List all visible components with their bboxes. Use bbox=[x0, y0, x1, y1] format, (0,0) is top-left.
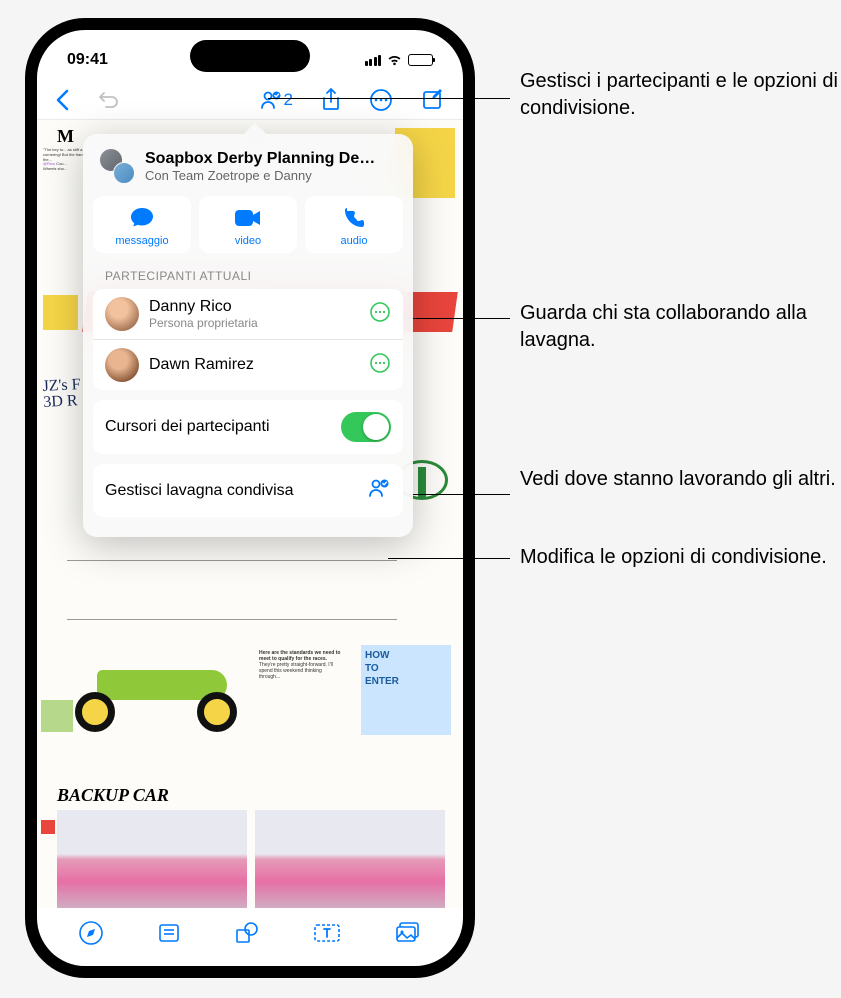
callout-text: Gestisci i partecipanti e le opzioni di … bbox=[520, 68, 840, 122]
sticky-note bbox=[43, 295, 78, 330]
canvas-heading: JZ's F3D R bbox=[42, 377, 82, 411]
group-avatar-icon bbox=[99, 148, 135, 184]
participant-more-button[interactable] bbox=[369, 301, 391, 328]
participants-list: Danny Rico Persona proprietaria Dawn Ram… bbox=[93, 289, 403, 390]
participants-section-label: PARTECIPANTI ATTUALI bbox=[93, 265, 403, 289]
canvas-diagram bbox=[67, 560, 397, 620]
callout-text: Vedi dove stanno lavorando gli altri. bbox=[520, 466, 836, 493]
text-box-button[interactable] bbox=[312, 920, 342, 946]
canvas-heading: BACKUP CAR bbox=[57, 785, 169, 806]
media-button[interactable] bbox=[394, 920, 422, 946]
board-subtitle: Con Team Zoetrope e Danny bbox=[145, 168, 397, 183]
cursors-toggle-switch[interactable] bbox=[341, 412, 391, 442]
collaboration-popover: Soapbox Derby Planning De… Con Team Zoet… bbox=[83, 134, 413, 537]
video-button[interactable]: video bbox=[199, 196, 297, 253]
canvas-text: Here are the standards we need to meet t… bbox=[259, 650, 344, 680]
popover-header: Soapbox Derby Planning De… Con Team Zoet… bbox=[93, 148, 403, 196]
canvas-heading: M bbox=[57, 126, 74, 147]
manage-shared-board-button[interactable]: Gestisci lavagna condivisa bbox=[93, 464, 403, 517]
collaborate-icon bbox=[367, 476, 391, 505]
status-time: 09:41 bbox=[67, 51, 108, 69]
participant-row[interactable]: Dawn Ramirez bbox=[93, 339, 403, 390]
sticky-note bbox=[41, 820, 55, 834]
audio-button[interactable]: audio bbox=[305, 196, 403, 253]
participant-role: Persona proprietaria bbox=[149, 316, 359, 330]
sticky-note-button[interactable] bbox=[156, 920, 182, 946]
phone-screen: 09:41 2 bbox=[37, 30, 463, 966]
callout-line bbox=[388, 558, 510, 559]
participant-name: Dawn Ramirez bbox=[149, 356, 359, 374]
bottom-toolbar bbox=[37, 908, 463, 958]
callout-text: Modifica le opzioni di condivisione. bbox=[520, 544, 827, 571]
howto-card: HOW TO ENTER bbox=[361, 645, 451, 735]
back-button[interactable] bbox=[55, 89, 69, 111]
cursors-toggle-label: Cursori dei partecipanti bbox=[105, 418, 270, 436]
phone-frame: 09:41 2 bbox=[25, 18, 475, 978]
message-button[interactable]: messaggio bbox=[93, 196, 191, 253]
video-icon bbox=[234, 204, 262, 232]
participant-count: 2 bbox=[284, 90, 293, 110]
undo-button[interactable] bbox=[97, 89, 119, 111]
collaborate-button[interactable]: 2 bbox=[260, 89, 293, 111]
battery-icon bbox=[408, 54, 433, 66]
new-board-button[interactable] bbox=[421, 88, 445, 112]
board-title: Soapbox Derby Planning De… bbox=[145, 150, 397, 168]
manage-label: Gestisci lavagna condivisa bbox=[105, 482, 294, 500]
share-button[interactable] bbox=[321, 88, 341, 112]
participant-row[interactable]: Danny Rico Persona proprietaria bbox=[93, 289, 403, 339]
callout-text: Guarda chi sta collaborando alla lavagna… bbox=[520, 300, 840, 354]
phone-icon bbox=[340, 204, 368, 232]
participant-more-button[interactable] bbox=[369, 352, 391, 379]
cursors-toggle-row: Cursori dei partecipanti bbox=[93, 400, 403, 454]
canvas-photo bbox=[57, 810, 247, 908]
canvas-photo bbox=[255, 810, 445, 908]
message-label: messaggio bbox=[115, 235, 168, 247]
sticky-note bbox=[41, 700, 73, 732]
callout-line bbox=[268, 98, 510, 99]
top-toolbar: 2 bbox=[37, 80, 463, 120]
more-button[interactable] bbox=[369, 88, 393, 112]
shapes-button[interactable] bbox=[234, 920, 260, 946]
avatar bbox=[105, 348, 139, 382]
cellular-signal-icon bbox=[365, 55, 382, 66]
avatar bbox=[105, 297, 139, 331]
pen-tool-button[interactable] bbox=[78, 920, 104, 946]
audio-label: audio bbox=[341, 235, 368, 247]
participant-name: Danny Rico bbox=[149, 298, 359, 316]
video-label: video bbox=[235, 235, 261, 247]
derby-car-illustration bbox=[57, 650, 257, 735]
dynamic-island bbox=[190, 40, 310, 72]
wifi-icon bbox=[386, 54, 403, 67]
message-icon bbox=[128, 204, 156, 232]
